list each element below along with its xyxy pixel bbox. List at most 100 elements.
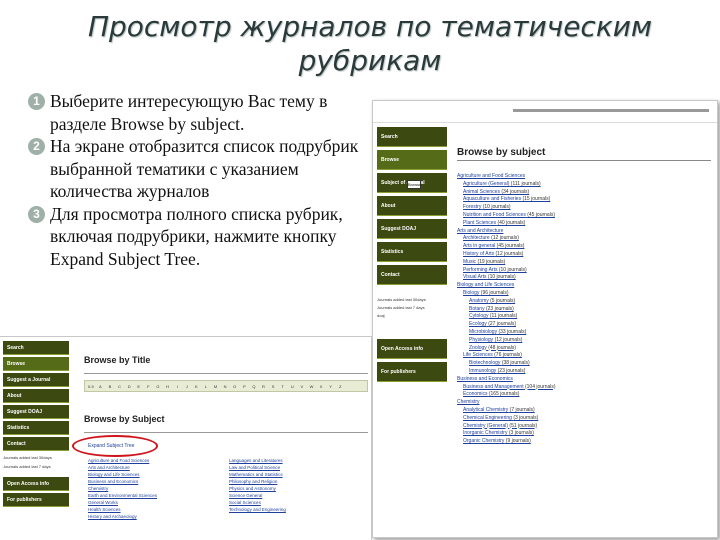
alphabet-letter-link[interactable]: E [135, 383, 143, 389]
subject-tree-item[interactable]: Economics (165 journals) [457, 391, 711, 399]
subject-tree-item[interactable]: Anatomy (5 journals) [457, 298, 711, 306]
subject-link[interactable]: Agriculture and Food Sciences [88, 457, 157, 464]
subject-tree-item[interactable]: Nutrition and Food Sciences (45 journals… [457, 212, 711, 220]
subject-link[interactable]: Arts and Architecture [88, 464, 157, 471]
subject-tree-item[interactable]: Arts and Architecture [457, 228, 711, 236]
subject-tree-item[interactable]: Music (19 journals) [457, 259, 711, 267]
sidebar-button-suggest-doaj[interactable]: Suggest DOAJ [377, 219, 447, 239]
subject-tree-item[interactable]: Chemical Engineering (3 journals) [457, 415, 711, 423]
subject-link[interactable]: Chemistry [88, 485, 157, 492]
subject-tree-item[interactable]: Performing Arts (10 journals) [457, 267, 711, 275]
subject-tree-item[interactable]: Plant Sciences (40 journals) [457, 220, 711, 228]
sidebar-button-contact[interactable]: Contact [377, 265, 447, 285]
sidebar-button-suggest-journal[interactable]: Suggest a Journal [3, 373, 69, 387]
sidebar-link-last-7-days[interactable]: Journals added last 7 days [3, 464, 69, 469]
sidebar-button-search[interactable]: Search [3, 341, 69, 355]
alphabet-letter-link[interactable]: A [97, 383, 105, 389]
sidebar-button-statistics[interactable]: Statistics [3, 421, 69, 435]
subject-tree-item[interactable]: Analytical Chemistry (7 journals) [457, 407, 711, 415]
alphabet-letter-link[interactable]: M [212, 383, 220, 389]
sidebar-button-browse[interactable]: Browse [377, 150, 447, 170]
sidebar-button-open-access-info[interactable]: Open Access info [3, 477, 69, 491]
subject-link[interactable]: Physics and Astronomy [229, 485, 286, 492]
subject-tree-item[interactable]: Organic Chemistry (9 journals) [457, 438, 711, 446]
subject-link[interactable]: General Works [88, 499, 157, 506]
subject-link[interactable]: Mathematics and Statistics [229, 471, 286, 478]
subject-tree-item[interactable]: Architecture (12 journals) [457, 235, 711, 243]
alphabet-letter-link[interactable]: J [183, 383, 191, 389]
subject-tree-item[interactable]: Business and Management (104 journals) [457, 384, 711, 392]
alphabet-letter-link[interactable]: P [241, 383, 249, 389]
subject-tree-item[interactable]: Chemistry [457, 399, 711, 407]
subject-link[interactable]: Health Sciences [88, 506, 157, 513]
subject-tree-item[interactable]: Cytology (11 journals) [457, 313, 711, 321]
sidebar-button-browse[interactable]: Browse [3, 357, 69, 371]
subject-tree-item[interactable]: Biology (96 journals) [457, 290, 711, 298]
sidebar-button-search[interactable]: Search [377, 127, 447, 147]
subject-tree-item[interactable]: Biotechnology (38 journals) [457, 360, 711, 368]
sidebar-button-suggest-doaj[interactable]: Suggest DOAJ [3, 405, 69, 419]
subject-link[interactable]: Philosophy and Religion [229, 478, 286, 485]
alphabet-letter-link[interactable]: T [279, 383, 287, 389]
alphabet-letter-link[interactable]: Z [336, 383, 344, 389]
expand-subject-tree-link[interactable]: Expand Subject Tree [72, 435, 368, 457]
sidebar-button-statistics[interactable]: Statistics [377, 242, 447, 262]
alphabet-letter-link[interactable]: S [269, 383, 277, 389]
alphabet-letter-link[interactable]: W [308, 383, 316, 389]
alphabet-letter-link[interactable]: N [221, 383, 229, 389]
sidebar-button-open-access-info[interactable]: Open Access info [377, 339, 447, 359]
subject-tree-item[interactable]: Inorganic Chemistry (3 journals) [457, 430, 711, 438]
subject-tree-item[interactable]: Business and Economics [457, 376, 711, 384]
subject-tree-item[interactable]: Visual Arts (10 journals) [457, 274, 711, 282]
alphabet-letter-link[interactable]: R [260, 383, 268, 389]
sidebar-button-for-publishers[interactable]: For publishers [3, 493, 69, 507]
alphabet-letter-link[interactable]: Q [250, 383, 258, 389]
subject-tree-item[interactable]: Microbiology (33 journals) [457, 329, 711, 337]
alphabet-letter-link[interactable]: 0-9 [87, 383, 95, 389]
alphabet-letter-link[interactable]: C [116, 383, 124, 389]
alphabet-letter-link[interactable]: I [173, 383, 181, 389]
alphabet-letter-link[interactable]: O [231, 383, 239, 389]
subject-tree-item[interactable]: Life Sciences (76 journals) [457, 352, 711, 360]
subject-link[interactable]: Social Sciences [229, 499, 286, 506]
subject-tree-item[interactable]: Forestry (10 journals) [457, 204, 711, 212]
alphabet-letter-link[interactable]: L [202, 383, 210, 389]
subject-link[interactable]: History and Archaeology [88, 513, 157, 520]
sidebar-button-contact[interactable]: Contact [3, 437, 69, 451]
alphabet-letter-link[interactable]: F [145, 383, 153, 389]
sidebar-button-for-publishers[interactable]: For publishers [377, 362, 447, 382]
subject-link[interactable]: Law and Political Science [229, 464, 286, 471]
alphabet-letter-link[interactable]: Y [327, 383, 335, 389]
subject-tree-item[interactable]: Chemistry (General) (51 journals) [457, 423, 711, 431]
subject-tree-item[interactable]: Immunology (23 journals) [457, 368, 711, 376]
sidebar-link-last-30-days[interactable]: Journals added last 30days [3, 455, 69, 460]
subject-tree-item[interactable]: Physiology (12 journals) [457, 337, 711, 345]
alphabet-letter-link[interactable]: G [154, 383, 162, 389]
subject-tree-item[interactable]: History of Arts (12 journals) [457, 251, 711, 259]
sidebar-link-last-30-days[interactable]: Journals added last 30days [377, 297, 447, 302]
subject-tree-item[interactable]: Zoology (48 journals) [457, 345, 711, 353]
alphabet-letter-link[interactable]: U [288, 383, 296, 389]
subject-tree-item[interactable]: Aquaculture and Fisheries (15 journals) [457, 196, 711, 204]
subject-tree-item[interactable]: Biology and Life Sciences [457, 282, 711, 290]
sidebar-button-about[interactable]: About [377, 196, 447, 216]
subject-tree-item[interactable]: Ecology (27 journals) [457, 321, 711, 329]
subject-tree-item[interactable]: Arts in general (45 journals) [457, 243, 711, 251]
subject-link[interactable]: Technology and Engineering [229, 506, 286, 513]
sidebar-link-doaj[interactable]: doaj [377, 313, 447, 318]
subject-link[interactable]: Languages and Literatures [229, 457, 286, 464]
subject-link[interactable]: Business and Economics [88, 478, 157, 485]
subject-link[interactable]: Biology and Life Sciences [88, 471, 157, 478]
subject-tree-item[interactable]: Animal Sciences (34 journals) [457, 189, 711, 197]
subject-tree-item[interactable]: Botany (23 journals) [457, 306, 711, 314]
alphabet-letter-link[interactable]: X [317, 383, 325, 389]
subject-tree-item[interactable]: Agriculture and Food Sciences [457, 173, 711, 181]
alphabet-letter-link[interactable]: D [125, 383, 133, 389]
alphabet-letter-link[interactable]: B [106, 383, 114, 389]
alphabet-letter-link[interactable]: V [298, 383, 306, 389]
sidebar-link-last-7-days[interactable]: Journals added last 7 days [377, 305, 447, 310]
alphabet-letter-link[interactable]: H [164, 383, 172, 389]
alphabet-letter-link[interactable]: K [193, 383, 201, 389]
subject-tree-item[interactable]: Agriculture (General) (111 journals) [457, 181, 711, 189]
sidebar-button-about[interactable]: About [3, 389, 69, 403]
